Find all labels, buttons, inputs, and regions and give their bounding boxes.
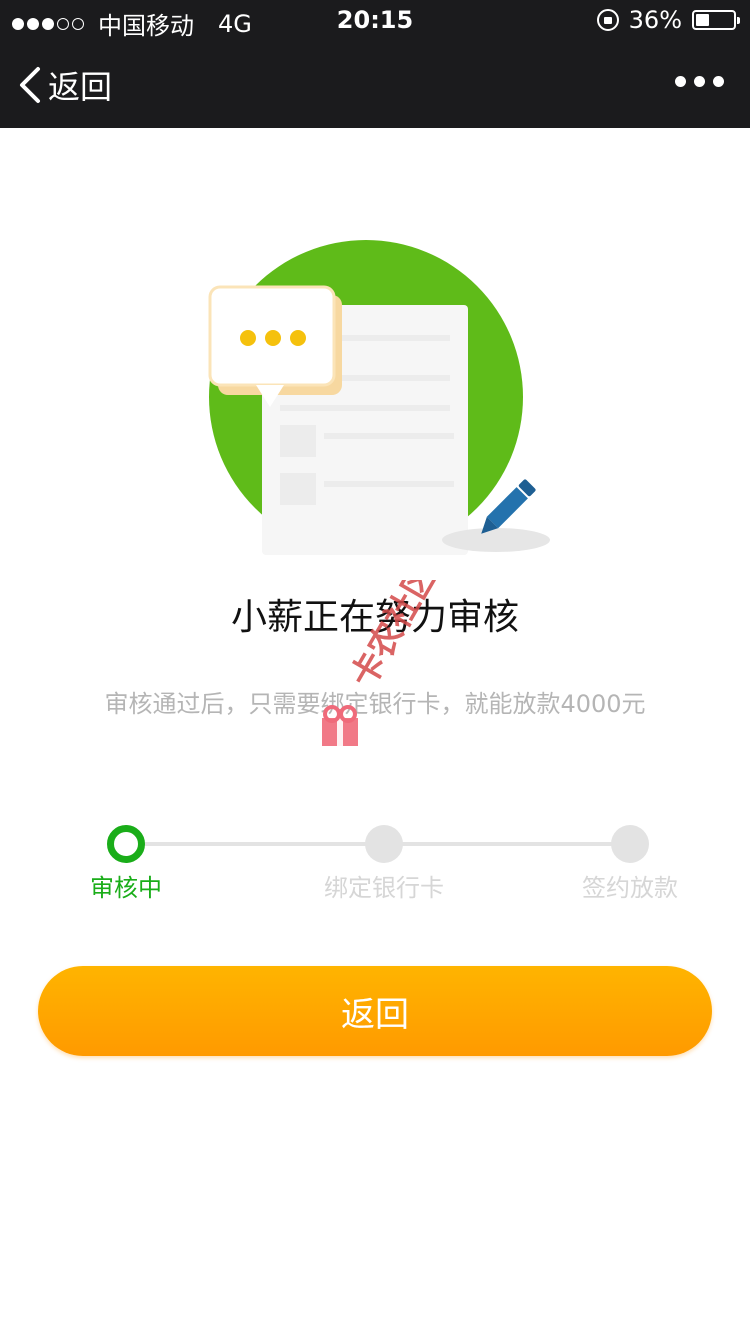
gift-icon (322, 705, 358, 746)
watermark-logo: 卡农社区 (322, 580, 446, 746)
back-button[interactable]: 返回 (18, 62, 112, 108)
step-label-bind-card: 绑定银行卡 (324, 874, 444, 902)
step-label-sign-loan: 签约放款 (582, 874, 678, 902)
battery-icon (692, 10, 740, 30)
rotation-lock-icon (596, 9, 619, 31)
navigation-bar: 返回 (0, 40, 750, 128)
return-button[interactable]: 返回 (38, 966, 712, 1056)
status-bar: 中国移动 4G 20:15 36% (0, 0, 750, 40)
step-dot-bind-card (365, 825, 403, 863)
progress-steps: 审核中 绑定银行卡 签约放款 (0, 820, 750, 910)
battery-percent: 36% (628, 6, 682, 34)
return-button-label: 返回 (341, 994, 409, 1035)
chevron-left-icon (20, 67, 40, 103)
back-button-label: 返回 (48, 68, 113, 106)
svg-text:卡农社区: 卡农社区 (343, 580, 446, 695)
step-label-reviewing: 审核中 (90, 874, 162, 902)
more-dots-icon[interactable] (675, 76, 724, 87)
step-dot-sign-loan (611, 825, 649, 863)
step-dot-reviewing (107, 825, 145, 863)
review-illustration (208, 240, 550, 555)
chat-bubble-icon (208, 285, 342, 407)
